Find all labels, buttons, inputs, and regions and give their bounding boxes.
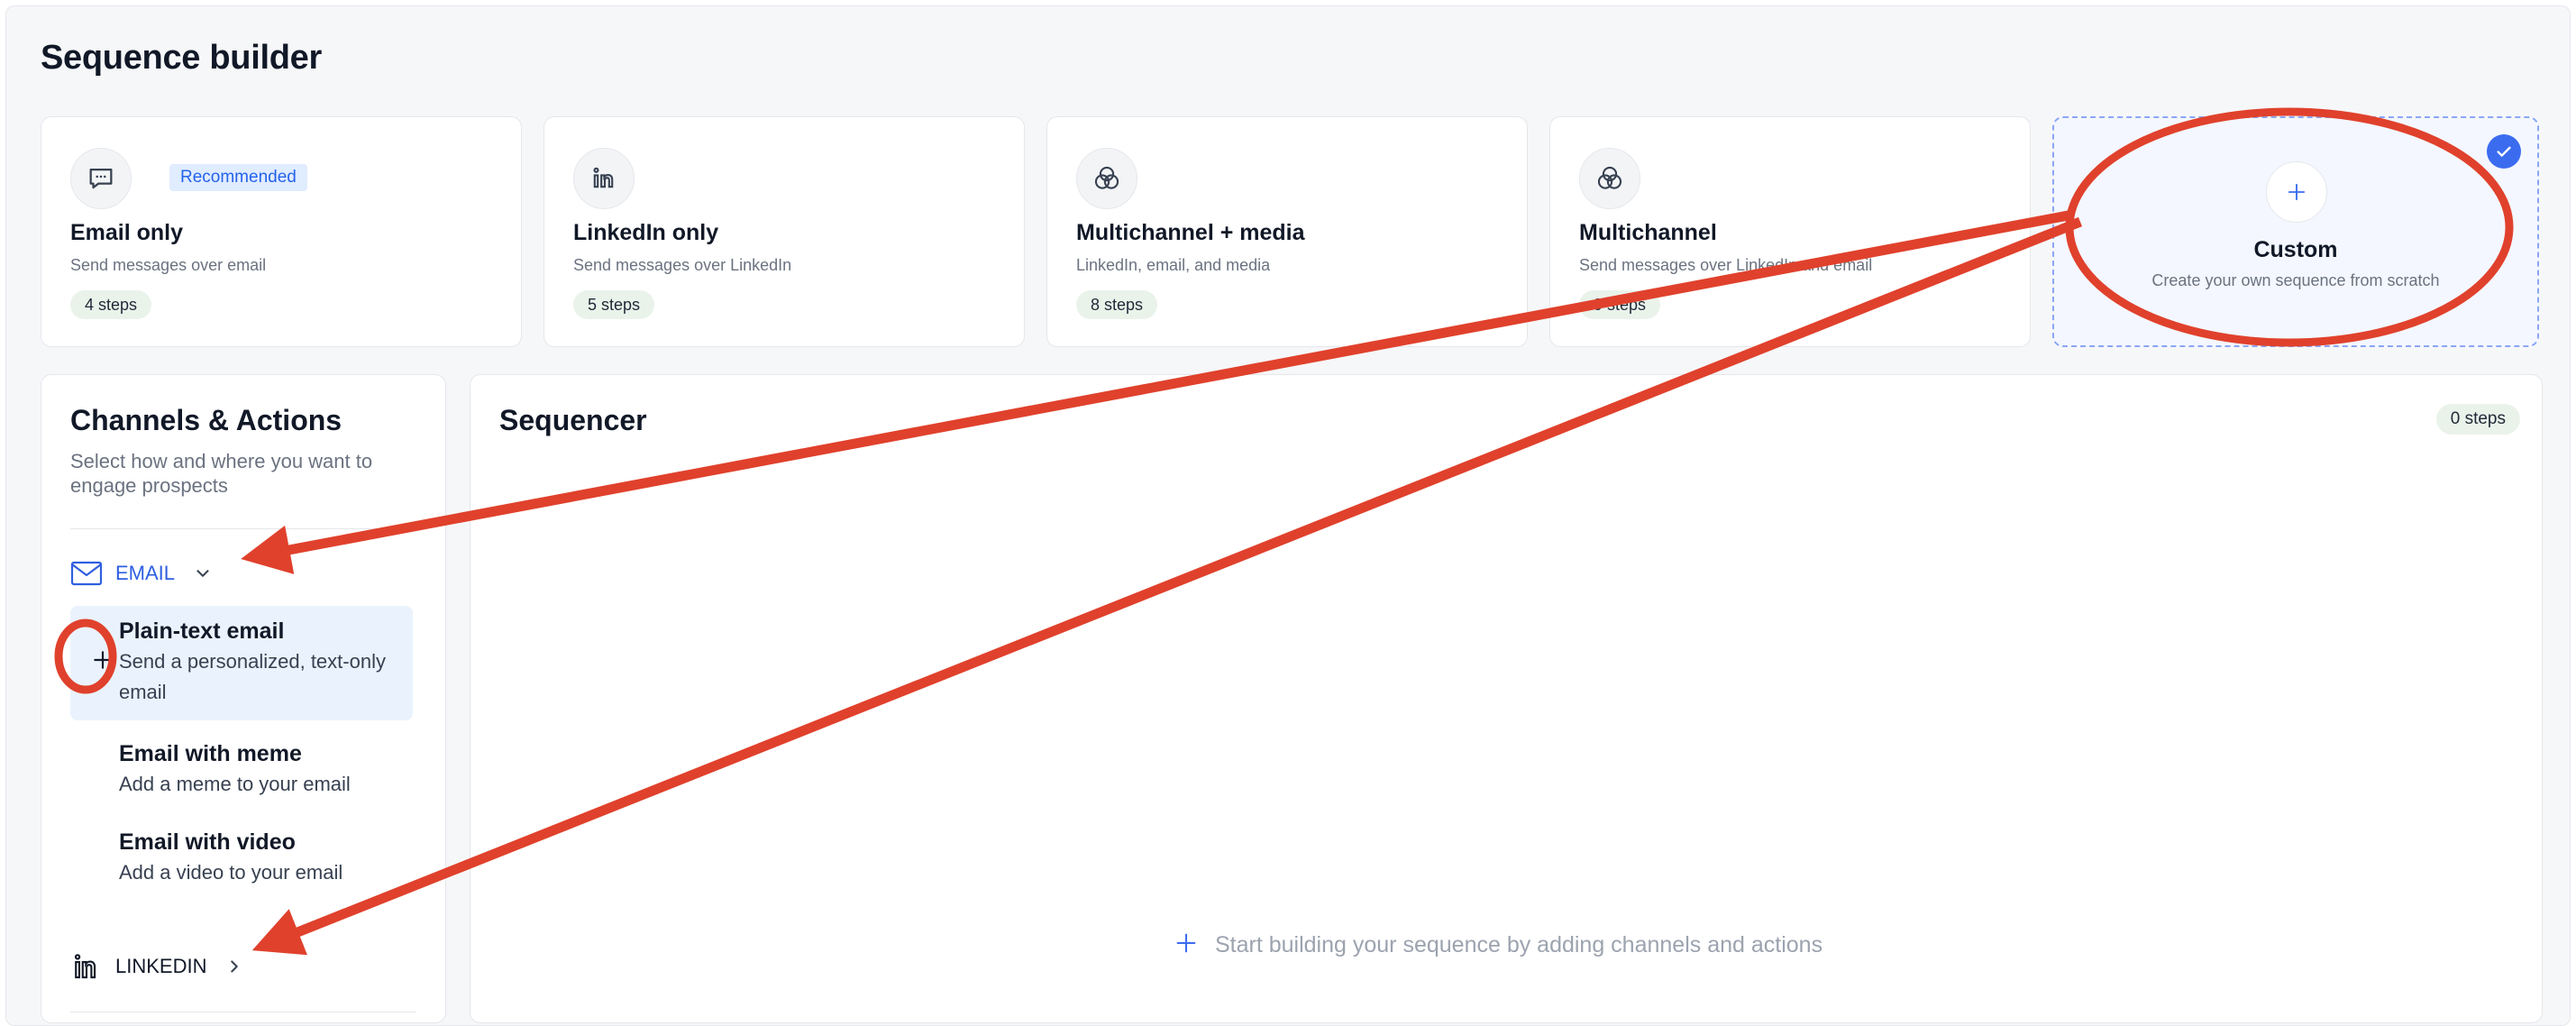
card-description: Send messages over LinkedIn xyxy=(573,256,792,274)
template-card-linkedin-only[interactable]: LinkedIn only Send messages over LinkedI… xyxy=(544,116,1025,347)
card-description: LinkedIn, email, and media xyxy=(1076,256,1271,274)
chevron-down-icon xyxy=(193,563,213,583)
steps-count-badge: 0 steps xyxy=(2435,404,2520,435)
action-email-with-meme[interactable]: Email with meme Add a meme to your email xyxy=(70,728,413,812)
card-title: Custom xyxy=(2253,237,2338,262)
add-icon[interactable] xyxy=(90,647,115,673)
action-title: Email with video xyxy=(119,829,296,855)
card-description: Send messages over LinkedIn and email xyxy=(1579,256,1873,274)
template-card-multichannel[interactable]: Multichannel Send messages over LinkedIn… xyxy=(1549,116,2031,347)
page-title: Sequence builder xyxy=(41,39,322,77)
action-description: Send a personalized, text-only email xyxy=(119,650,386,703)
template-card-email-only[interactable]: Recommended Email only Send messages ove… xyxy=(41,116,522,347)
panel-subtitle: Select how and where you want to engage … xyxy=(70,450,373,497)
card-title: Multichannel xyxy=(1579,220,1717,245)
channel-email-toggle[interactable]: EMAIL xyxy=(70,555,213,591)
action-plain-text-email[interactable]: Plain-text email Send a personalized, te… xyxy=(70,606,413,720)
steps-pill: 9 steps xyxy=(1579,290,1661,319)
panel-title: Sequencer xyxy=(499,404,647,436)
plus-icon xyxy=(2266,161,2327,223)
empty-state-add[interactable]: Start building your sequence by adding c… xyxy=(1174,930,1822,960)
venn-icon xyxy=(1076,148,1137,209)
template-card-multichannel-media[interactable]: Multichannel + media LinkedIn, email, an… xyxy=(1046,116,1528,347)
channel-email-label: EMAIL xyxy=(115,562,176,584)
mail-icon xyxy=(70,561,103,586)
card-title: Email only xyxy=(70,220,184,245)
channels-actions-panel: Channels & Actions Select how and where … xyxy=(41,374,446,1023)
card-title: Multichannel + media xyxy=(1076,220,1305,245)
venn-icon xyxy=(1579,148,1640,209)
channel-linkedin-label: LINKEDIN xyxy=(115,955,207,977)
card-description: Create your own sequence from scratch xyxy=(2151,271,2440,289)
action-title: Email with meme xyxy=(119,741,302,766)
action-email-with-video[interactable]: Email with video Add a video to your ema… xyxy=(70,817,413,901)
recommended-badge: Recommended xyxy=(169,164,307,191)
divider xyxy=(70,528,416,529)
sequencer-panel: Sequencer 0 steps Start building your se… xyxy=(470,374,2543,1023)
sequence-builder-page: Sequence builder Recommended Email only … xyxy=(5,5,2571,1026)
card-description: Send messages over email xyxy=(70,256,267,274)
check-icon xyxy=(2487,134,2521,169)
empty-state-text: Start building your sequence by adding c… xyxy=(1215,932,1823,957)
card-title: LinkedIn only xyxy=(573,220,719,245)
action-description: Add a meme to your email xyxy=(119,773,351,795)
channel-linkedin-toggle[interactable]: LINKEDIN xyxy=(70,948,244,985)
steps-pill: 4 steps xyxy=(70,290,152,319)
panel-title: Channels & Actions xyxy=(70,404,343,436)
template-card-custom[interactable]: Custom Create your own sequence from scr… xyxy=(2052,116,2539,347)
steps-pill: 8 steps xyxy=(1076,290,1158,319)
linkedin-icon xyxy=(573,148,635,209)
plus-icon xyxy=(1174,930,1199,960)
chevron-right-icon xyxy=(224,957,244,976)
linkedin-icon xyxy=(70,951,103,982)
action-title: Plain-text email xyxy=(119,618,285,644)
chat-bubble-icon xyxy=(70,148,132,209)
action-description: Add a video to your email xyxy=(119,861,343,884)
steps-pill: 5 steps xyxy=(573,290,655,319)
